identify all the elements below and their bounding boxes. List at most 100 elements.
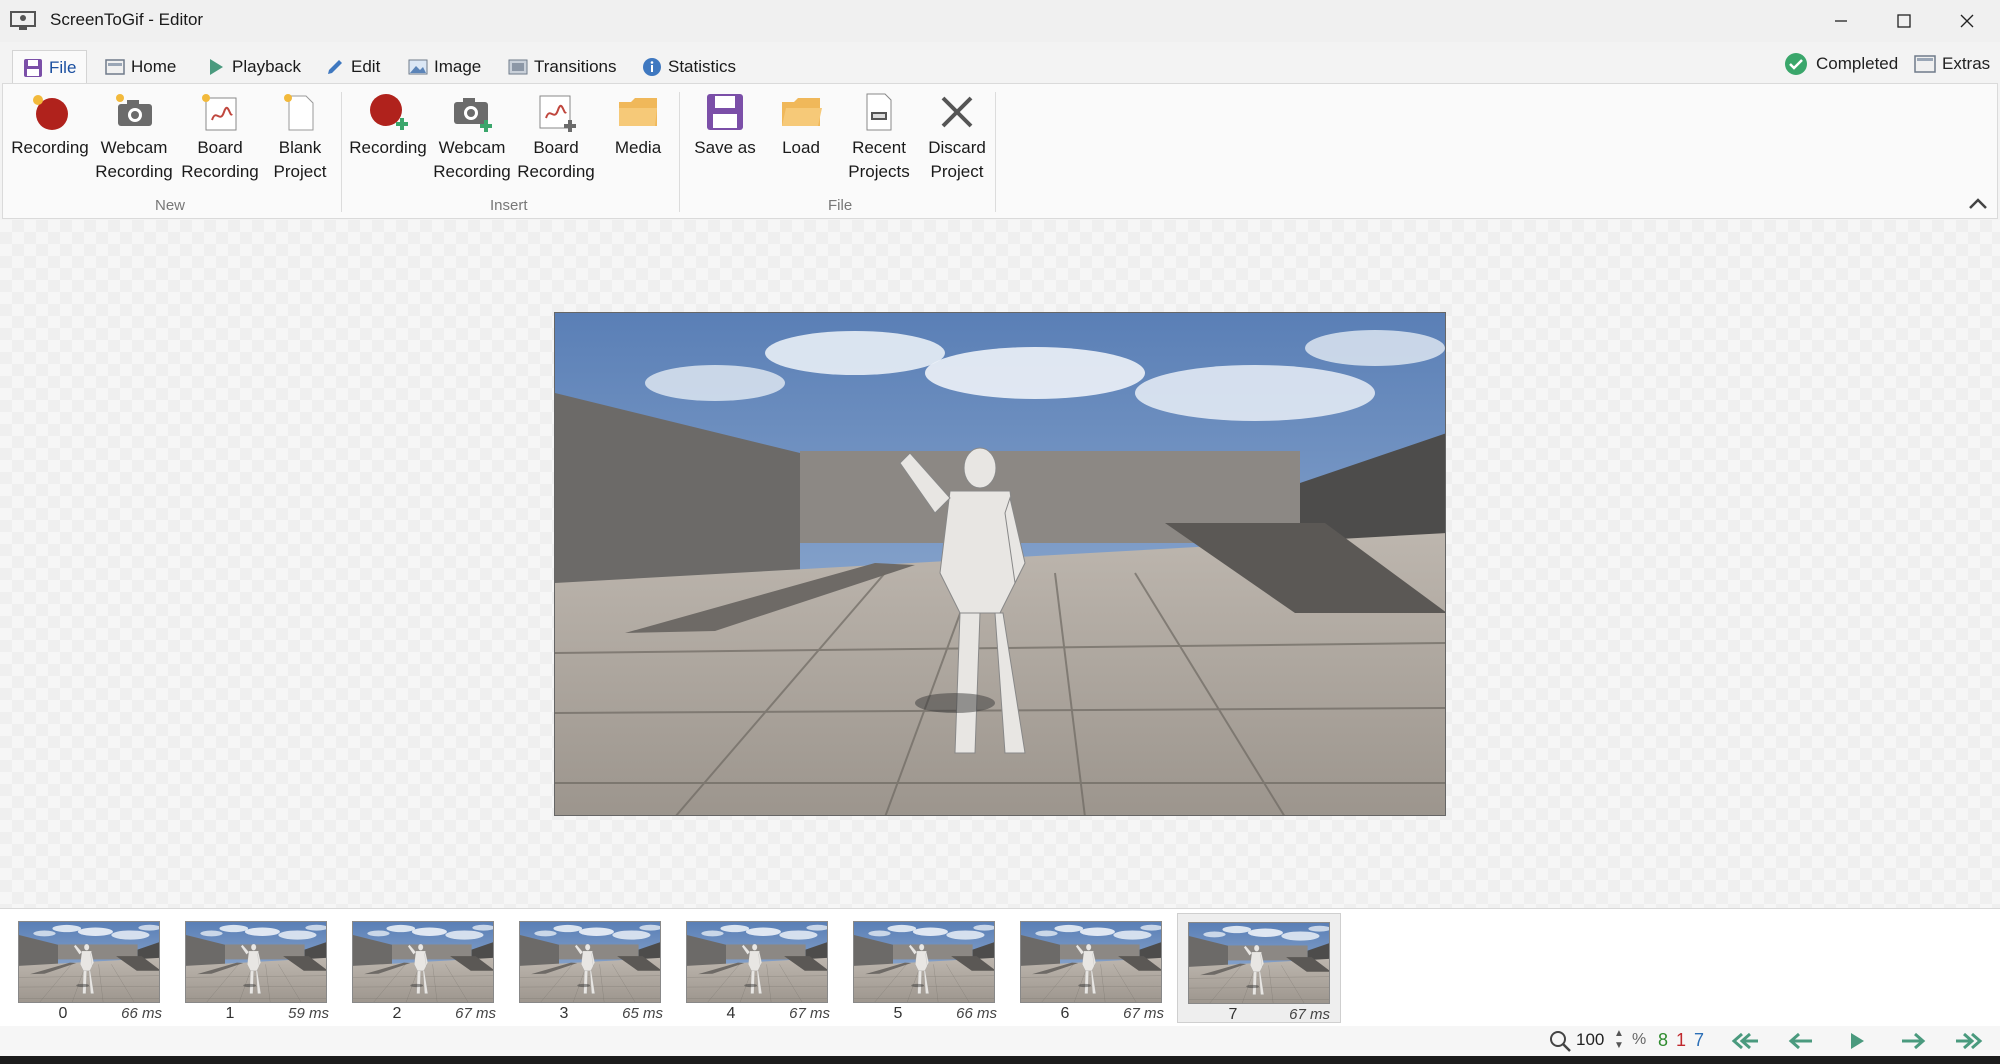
frame-image: [185, 921, 327, 1003]
new-board-recording-button[interactable]: Board Recording: [179, 90, 261, 184]
maximize-button[interactable]: [1873, 0, 1935, 42]
group-separator: [679, 92, 680, 212]
frame-duration: 66 ms: [121, 1005, 162, 1022]
floppy-icon: [23, 58, 43, 78]
close-icon: [1960, 14, 1974, 28]
insert-media-button[interactable]: Media: [601, 90, 675, 160]
record-add-icon: [366, 90, 410, 134]
tab-file[interactable]: File: [12, 50, 88, 84]
frame-thumbnail[interactable]: 6 67 ms: [1010, 913, 1174, 1023]
frame-number: 4: [726, 1005, 736, 1022]
status-bar: 100 ▲ ▼ % 8 1 7: [0, 1026, 2000, 1056]
discard-project-label-2: Project: [930, 162, 984, 181]
play-icon: [206, 57, 226, 77]
frame-image: [1020, 921, 1162, 1003]
tab-transitions-label: Transitions: [534, 56, 617, 76]
discard-icon: [935, 90, 979, 134]
insert-recording-button[interactable]: Recording: [347, 90, 429, 160]
save-as-button[interactable]: Save as: [687, 90, 763, 160]
collapse-ribbon-icon[interactable]: [1967, 194, 1989, 212]
title-bar: ScreenToGif - Editor: [0, 0, 2000, 42]
magnifier-icon: [1550, 1031, 1571, 1052]
blank-project-label-2: Project: [273, 162, 327, 181]
first-frame-button[interactable]: [1728, 1028, 1762, 1054]
play-button[interactable]: [1840, 1028, 1874, 1054]
app-icon: [10, 11, 36, 30]
insert-media-label: Media: [614, 138, 662, 157]
recent-projects-label-1: Recent: [852, 138, 906, 157]
close-button[interactable]: [1936, 0, 1998, 42]
insert-board-label-2: Recording: [517, 162, 595, 181]
frame-image: [519, 921, 661, 1003]
insert-board-recording-button[interactable]: Board Recording: [515, 90, 597, 184]
window-title: ScreenToGif - Editor: [50, 10, 204, 29]
previous-frame-button[interactable]: [1784, 1028, 1818, 1054]
board-icon: [198, 90, 242, 134]
new-board-label-2: Recording: [181, 162, 259, 181]
load-button[interactable]: Load: [765, 90, 837, 160]
new-webcam-recording-button[interactable]: Webcam Recording: [93, 90, 175, 184]
extras-label: Extras: [1942, 54, 1991, 73]
minimize-button[interactable]: [1810, 0, 1872, 42]
status-completed-label: Completed: [1816, 54, 1899, 73]
tab-transitions[interactable]: Transitions: [498, 50, 627, 83]
double-arrow-right-icon: [1956, 1032, 1983, 1050]
frame-thumbnail[interactable]: 4 67 ms: [676, 913, 840, 1023]
frame-duration: 67 ms: [789, 1005, 830, 1022]
frame-image: [853, 921, 995, 1003]
frame-timeline[interactable]: 0 66 ms 1 59 ms 2 67 ms 3 65 ms 4 67 ms …: [0, 908, 2000, 1026]
frame-number: 6: [1060, 1005, 1070, 1022]
frame-number: 0: [58, 1005, 68, 1022]
tab-image-label: Image: [434, 56, 482, 76]
tab-playback[interactable]: Playback: [196, 50, 311, 83]
next-frame-button[interactable]: [1896, 1028, 1930, 1054]
group-label-new: New: [155, 197, 186, 214]
frame-image: [1188, 922, 1330, 1004]
frame-number: 2: [392, 1005, 402, 1022]
save-icon: [703, 90, 747, 134]
recent-projects-label-2: Projects: [848, 162, 910, 181]
total-frames-count: 8: [1658, 1030, 1669, 1050]
board-add-icon: [534, 90, 578, 134]
new-recording-button[interactable]: Recording: [9, 90, 91, 160]
recent-projects-icon: [857, 90, 901, 134]
tab-image[interactable]: Image: [398, 50, 491, 83]
discard-project-button[interactable]: Discard Project: [917, 90, 997, 184]
current-frame-index: 7: [1694, 1030, 1705, 1050]
frame-number: 7: [1228, 1006, 1238, 1023]
editor-canvas: [0, 220, 2000, 908]
tab-edit[interactable]: Edit: [315, 50, 390, 83]
frame-duration: 67 ms: [455, 1005, 496, 1022]
frame-thumbnail[interactable]: 5 66 ms: [843, 913, 1007, 1023]
frame-image: [686, 921, 828, 1003]
frame-image: [18, 921, 160, 1003]
blank-project-button[interactable]: Blank Project: [261, 90, 339, 184]
frame-thumbnail[interactable]: 0 66 ms: [8, 913, 172, 1023]
tab-statistics[interactable]: Statistics: [632, 50, 746, 83]
insert-recording-label-1: Recording: [349, 138, 427, 157]
webcam-add-icon: [450, 90, 494, 134]
frame-thumbnail[interactable]: 1 59 ms: [175, 913, 339, 1023]
frame-thumbnail[interactable]: 3 65 ms: [509, 913, 673, 1023]
last-frame-button[interactable]: [1952, 1028, 1986, 1054]
zoom-stepper[interactable]: ▲ ▼: [1614, 1028, 1624, 1052]
arrow-left-icon: [1788, 1032, 1812, 1050]
image-icon: [408, 57, 428, 77]
pencil-icon: [325, 57, 345, 77]
insert-webcam-recording-button[interactable]: Webcam Recording: [431, 90, 513, 184]
group-separator: [341, 92, 342, 212]
zoom-input[interactable]: 100: [1576, 1030, 1604, 1050]
blank-project-label-1: Blank: [278, 138, 322, 157]
frame-thumbnail[interactable]: 2 67 ms: [342, 913, 506, 1023]
frame-thumbnail-selected[interactable]: 7 67 ms: [1177, 913, 1341, 1023]
tab-home[interactable]: Home: [95, 50, 186, 83]
tab-playback-label: Playback: [232, 56, 301, 76]
info-icon: [642, 57, 662, 77]
frame-image: [352, 921, 494, 1003]
save-as-label: Save as: [694, 138, 756, 157]
double-arrow-left-icon: [1731, 1032, 1758, 1050]
extras-button[interactable]: Extras: [1914, 50, 1990, 78]
recent-projects-button[interactable]: Recent Projects: [839, 90, 919, 184]
frame-duration: 65 ms: [622, 1005, 663, 1022]
tab-edit-label: Edit: [351, 56, 381, 76]
